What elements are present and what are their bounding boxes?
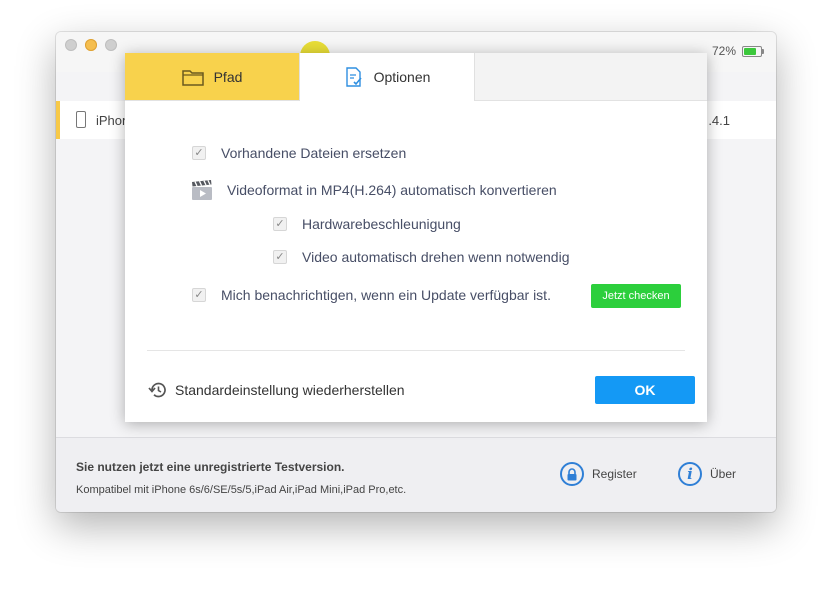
iphone-icon <box>76 111 86 128</box>
option-auto-rotate[interactable]: ✓ Video automatisch drehen wenn notwendi… <box>273 249 569 265</box>
tab-pfad-label: Pfad <box>213 68 243 85</box>
battery-fill <box>744 47 756 55</box>
close-window-button[interactable] <box>65 39 77 51</box>
trial-notice: Sie nutzen jetzt eine unregistrierte Tes… <box>76 460 345 474</box>
hardware-accel-label: Hardwarebeschleunigung <box>302 216 461 232</box>
minimize-window-button[interactable] <box>85 39 97 51</box>
info-icon: i <box>678 462 702 486</box>
auto-rotate-label: Video automatisch drehen wenn notwendig <box>302 249 570 265</box>
ok-button[interactable]: OK <box>595 376 695 404</box>
video-convert-label: Videoformat in MP4(H.264) automatisch ko… <box>227 182 557 198</box>
about-button[interactable]: i Über <box>678 462 736 486</box>
footer-bar: Sie nutzen jetzt eine unregistrierte Tes… <box>56 437 776 512</box>
restore-defaults-label: Standardeinstellung wiederherstellen <box>175 382 405 398</box>
about-label: Über <box>710 467 737 481</box>
lock-icon <box>560 462 584 486</box>
options-dialog: Pfad Optionen ✓ Vorhandene Dateien erset… <box>125 53 707 422</box>
register-label: Register <box>592 467 637 481</box>
tab-optionen-label: Optionen <box>373 69 431 85</box>
history-icon <box>148 382 166 398</box>
battery-percent: 72% <box>711 44 736 58</box>
option-replace-files[interactable]: ✓ Vorhandene Dateien ersetzen <box>192 145 406 161</box>
battery-icon <box>742 45 764 57</box>
folder-icon <box>181 69 204 86</box>
divider <box>147 350 685 351</box>
tab-pfad[interactable]: Pfad <box>125 53 299 100</box>
replace-files-checkbox[interactable]: ✓ <box>192 146 206 160</box>
option-notify-update[interactable]: ✓ Mich benachrichtigen, wenn ein Update … <box>192 287 551 303</box>
option-hardware-accel[interactable]: ✓ Hardwarebeschleunigung <box>273 216 461 232</box>
auto-rotate-checkbox[interactable]: ✓ <box>273 250 287 264</box>
device-version: .4.1 <box>708 113 730 128</box>
notify-update-label: Mich benachrichtigen, wenn ein Update ve… <box>221 287 551 303</box>
tab-bar: Pfad Optionen <box>125 53 707 101</box>
options-document-icon <box>345 67 362 87</box>
hardware-accel-checkbox[interactable]: ✓ <box>273 217 287 231</box>
clapperboard-icon <box>192 180 212 200</box>
check-now-button[interactable]: Jetzt checken <box>591 284 681 308</box>
maximize-window-button[interactable] <box>105 39 117 51</box>
replace-files-label: Vorhandene Dateien ersetzen <box>221 145 407 161</box>
compatibility-text: Kompatibel mit iPhone 6s/6/SE/5s/5,iPad … <box>76 484 407 496</box>
restore-defaults-button[interactable]: Standardeinstellung wiederherstellen <box>147 381 405 399</box>
option-video-convert: Videoformat in MP4(H.264) automatisch ko… <box>191 179 557 201</box>
tab-optionen[interactable]: Optionen <box>299 53 475 101</box>
battery-status: 72% <box>711 44 764 58</box>
selection-accent <box>56 101 60 139</box>
notify-update-checkbox[interactable]: ✓ <box>192 288 206 302</box>
register-button[interactable]: Register <box>560 462 637 486</box>
